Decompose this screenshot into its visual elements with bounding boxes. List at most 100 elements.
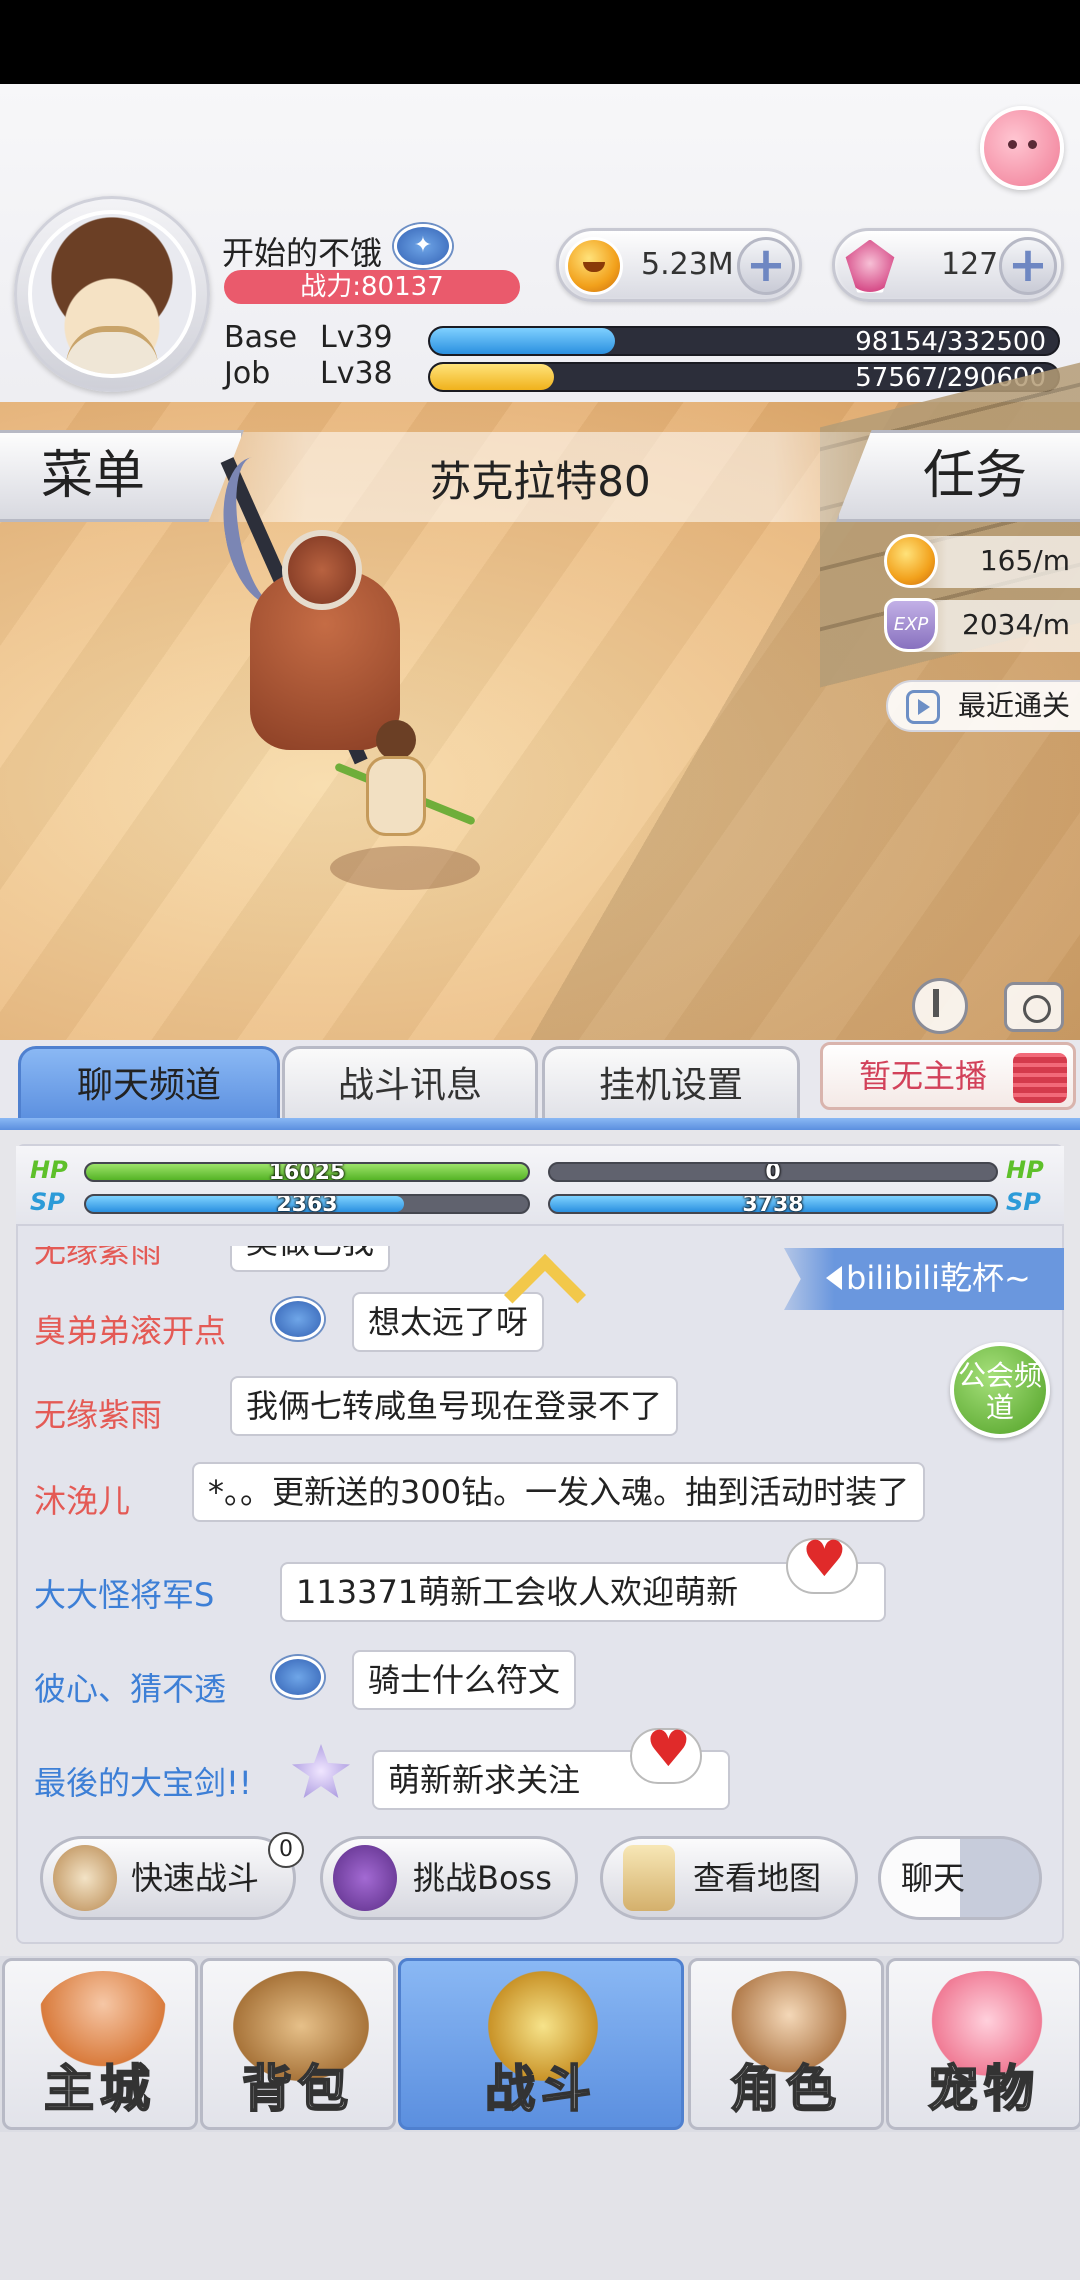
exp-rate: EXP 2034/m	[884, 598, 1080, 652]
player-name: 开始的不饿	[222, 234, 383, 272]
view-map-button[interactable]: 查看地图	[600, 1836, 858, 1920]
nav-character[interactable]: 角色	[688, 1958, 884, 2130]
music-icon[interactable]	[912, 978, 968, 1034]
chat-sender[interactable]: 彼心、猜不透	[34, 1664, 226, 1710]
chat-bubble: 吴做已我	[230, 1246, 391, 1272]
sp-label-right: SP	[1006, 1188, 1041, 1216]
quick-battle-button[interactable]: 快速战斗	[40, 1836, 296, 1920]
nav-backpack-label: 背包	[241, 2059, 354, 2119]
chat-bubble: *。。更新送的300钻。一发入魂。抽到活动时装了	[192, 1462, 926, 1522]
nav-main-city-label: 主城	[43, 2059, 156, 2119]
heart-icon	[630, 1720, 702, 1784]
gold-amount: 5.23M	[641, 247, 734, 282]
quest-button[interactable]: 任务	[836, 430, 1080, 522]
gem-currency: 1278 +	[832, 228, 1064, 302]
base-exp-bar: 98154/332500	[428, 326, 1060, 356]
hp-label-left: HP	[30, 1156, 68, 1184]
nav-character-label: 角色	[729, 2059, 842, 2119]
hp-label-right: HP	[1006, 1156, 1044, 1184]
player-hp-bar: 16025	[84, 1162, 530, 1182]
live-stream-label: 暂无主播	[859, 1057, 988, 1095]
gold-coin-icon	[884, 534, 938, 588]
nav-pet-label: 宠物	[927, 2059, 1040, 2119]
combat-power: 战力:80137	[224, 270, 520, 304]
job-exp-bar: 57567/290600	[428, 362, 1060, 392]
quick-battle-label: 快速战斗	[131, 1859, 260, 1897]
job-exp-fill	[430, 364, 555, 390]
tab-underline	[0, 1118, 1080, 1130]
status-bar	[0, 0, 1080, 84]
chat-sender[interactable]: 臭弟弟滚开点	[34, 1306, 226, 1352]
live-stream-icon	[1013, 1053, 1067, 1103]
exp-badge-icon: EXP	[884, 598, 938, 652]
scroll-map-icon	[623, 1845, 675, 1911]
player-sp-bar: 2363	[84, 1194, 530, 1214]
player-hp-value: 16025	[268, 1162, 346, 1182]
tab-chat-channel[interactable]: 聊天频道	[18, 1046, 280, 1124]
player-sp-value: 2363	[276, 1194, 338, 1214]
hero-head	[376, 720, 416, 760]
tab-idle-settings[interactable]: 挂机设置	[542, 1046, 800, 1124]
chat-toggle[interactable]: 聊天	[878, 1836, 1042, 1920]
gold-coin-icon	[565, 237, 623, 295]
nav-pet[interactable]: 宠物	[886, 1958, 1080, 2130]
hero-body	[366, 756, 426, 836]
chat-sender[interactable]: 沐浼儿	[34, 1476, 130, 1522]
target-hp-bar: 0	[548, 1162, 998, 1182]
exp-rate-value: 2034/m	[962, 608, 1070, 641]
menu-button[interactable]: 菜单	[0, 430, 244, 522]
chat-bubble: 骑士什么符文	[352, 1650, 577, 1710]
vip-wings-icon	[272, 1656, 324, 1698]
boss-icon	[333, 1845, 397, 1911]
add-gold-button[interactable]: +	[737, 237, 795, 295]
bilibili-banner[interactable]: bilibili乾杯~	[784, 1248, 1064, 1310]
recent-clear-button[interactable]: 最近通关	[886, 680, 1080, 732]
quick-battle-count-badge: 0	[268, 1832, 304, 1868]
base-level: Lv39	[320, 320, 393, 355]
pet-poring-icon[interactable]	[980, 106, 1064, 190]
gold-currency: 5.23M +	[556, 228, 802, 302]
vip-wings-icon: ✦	[394, 224, 452, 268]
camera-icon[interactable]	[1004, 982, 1064, 1032]
chat-sender[interactable]: 大大怪将军S	[34, 1570, 214, 1616]
target-sp-bar: 3738	[548, 1194, 998, 1214]
chat-message-list[interactable]: 无缘紫雨 吴做已我 臭弟弟滚开点 想太远了呀 无缘紫雨 我俩七转咸鱼号现在登录不…	[16, 1246, 1064, 1826]
scroll-up-icon[interactable]	[506, 1262, 574, 1296]
nav-backpack[interactable]: 背包	[200, 1958, 396, 2130]
heart-icon	[786, 1530, 858, 1594]
guild-channel-button[interactable]: 公会频道	[950, 1342, 1050, 1438]
job-level: Lv38	[320, 356, 393, 391]
target-sp-value: 3738	[742, 1194, 804, 1214]
view-map-label: 查看地图	[693, 1859, 822, 1897]
navigation-gesture-area	[0, 2132, 1080, 2280]
nav-main-city[interactable]: 主城	[2, 1958, 198, 2130]
hero-sprite[interactable]	[340, 720, 450, 870]
add-gem-button[interactable]: +	[999, 237, 1057, 295]
monster-head	[282, 530, 362, 610]
gold-rate: 165/m	[884, 534, 1080, 588]
chat-sender[interactable]: 无缘紫雨	[34, 1390, 162, 1436]
job-label: Job	[224, 356, 271, 391]
avatar[interactable]	[28, 210, 196, 378]
nav-battle-label: 战斗	[484, 2059, 597, 2119]
base-label: Base	[224, 320, 298, 355]
challenge-boss-button[interactable]: 挑战Boss	[320, 1836, 578, 1920]
bilibili-banner-text: bilibili乾杯~	[846, 1259, 1031, 1297]
vitals-panel	[16, 1146, 1064, 1226]
nav-battle[interactable]: 战斗	[398, 1958, 684, 2130]
tab-battle-log[interactable]: 战斗讯息	[282, 1046, 538, 1124]
gem-icon	[845, 239, 895, 293]
chat-sender[interactable]: 无缘紫雨	[34, 1246, 162, 1272]
star-badge-icon	[292, 1744, 350, 1798]
chat-sender[interactable]: 最後的大宝剑!!	[34, 1758, 252, 1804]
target-hp-value: 0	[765, 1162, 781, 1182]
play-icon	[906, 690, 940, 724]
live-stream-button[interactable]: 暂无主播	[820, 1042, 1076, 1110]
challenge-boss-label: 挑战Boss	[413, 1859, 552, 1897]
base-exp-fill	[430, 328, 616, 354]
gold-rate-value: 165/m	[979, 544, 1070, 577]
chat-bubble: 我俩七转咸鱼号现在登录不了	[230, 1376, 679, 1436]
quick-battle-icon	[53, 1845, 117, 1911]
base-exp-text: 98154/332500	[855, 327, 1046, 356]
recent-clear-label: 最近通关	[958, 689, 1071, 722]
